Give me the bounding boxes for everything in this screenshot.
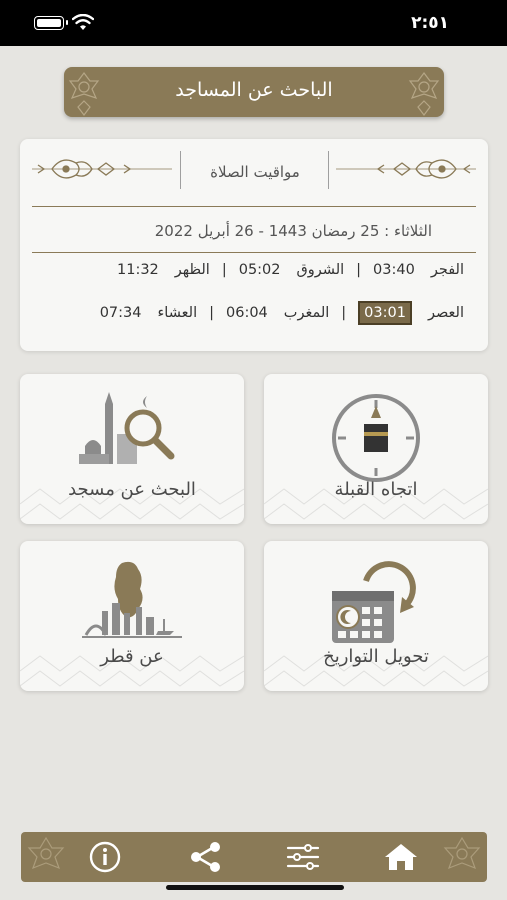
prayer-maghrib: المغرب 06:04: [226, 305, 329, 321]
qatar-map-icon: [82, 561, 182, 638]
divider: [32, 252, 476, 253]
app-title: الباحث عن المساجد: [175, 79, 333, 101]
home-icon: [385, 844, 417, 870]
mosque-search-label: البحث عن مسجد: [68, 479, 196, 500]
prayer-sunrise: الشروق 05:02: [239, 262, 344, 278]
prayer-time: 06:04: [226, 305, 268, 321]
battery-icon: [34, 16, 68, 30]
qibla-tile[interactable]: اتجاه القبلة: [264, 374, 488, 524]
prayer-name: المغرب: [283, 305, 330, 321]
settings-button[interactable]: [285, 841, 321, 873]
prayer-row: الفجر 03:40 | الشروق 05:02 | الظهر 11:32: [44, 262, 464, 278]
ornament-icon: [32, 159, 172, 179]
share-icon: [191, 842, 220, 872]
wifi-icon: [72, 14, 94, 30]
separator: |: [341, 305, 347, 321]
compass-kaaba-icon: [332, 394, 420, 482]
prayer-asr: العصر 03:01: [358, 301, 464, 325]
settings-icon: [286, 844, 320, 870]
ornament-icon: [336, 159, 476, 179]
qibla-label: اتجاه القبلة: [334, 479, 418, 500]
prayer-isha: العشاء 07:34: [100, 305, 197, 321]
share-button[interactable]: [187, 841, 223, 873]
prayer-name: العشاء: [157, 305, 198, 321]
mosque-search-tile[interactable]: البحث عن مسجد: [20, 374, 244, 524]
mosque-search-icon: [79, 392, 175, 464]
prayer-fajr: الفجر 03:40: [373, 262, 464, 278]
header-banner: الباحث عن المساجد: [64, 67, 444, 117]
prayer-row: العصر 03:01 | المغرب 06:04 | العشاء 07:3…: [44, 301, 464, 325]
date-convert-tile[interactable]: تحويل التواريخ: [264, 541, 488, 691]
prayer-name: العصر: [427, 305, 464, 321]
prayer-time: 11:32: [117, 262, 159, 278]
prayer-name: الظهر: [174, 262, 210, 278]
prayer-times-title: مواقيت الصلاة: [210, 163, 300, 181]
status-time: ٢:٥١: [411, 13, 449, 33]
home-button[interactable]: [383, 841, 419, 873]
prayer-time: 03:40: [373, 262, 415, 278]
info-button[interactable]: [87, 841, 123, 873]
date-convert-label: تحويل التواريخ: [323, 646, 429, 667]
home-indicator: [166, 885, 344, 890]
info-icon: [89, 841, 121, 873]
prayer-time-current: 03:01: [358, 301, 412, 325]
separator: |: [221, 262, 227, 278]
divider: [32, 206, 476, 207]
date-line: الثلاثاء : 25 رمضان 1443 - 26 أبريل 2022: [154, 222, 432, 240]
prayer-name: الشروق: [296, 262, 345, 278]
prayer-times-card: مواقيت الصلاة الثلاثاء : 25 رمضان 1443 -…: [20, 139, 488, 351]
prayer-name: الفجر: [430, 262, 464, 278]
pattern-ornament-icon: [27, 836, 65, 870]
prayer-dhuhr: الظهر 11:32: [117, 262, 210, 278]
bottom-tab-bar: [21, 832, 487, 882]
calendar-convert-icon: [332, 561, 416, 643]
about-qatar-tile[interactable]: عن قطر: [20, 541, 244, 691]
status-bar: ٢:٥١: [0, 0, 507, 46]
pattern-ornament-icon: [443, 836, 481, 870]
prayer-time: 05:02: [238, 262, 281, 278]
prayer-time: 07:34: [99, 305, 142, 321]
about-qatar-label: عن قطر: [100, 646, 164, 667]
separator: |: [356, 262, 362, 278]
separator: |: [209, 305, 214, 321]
